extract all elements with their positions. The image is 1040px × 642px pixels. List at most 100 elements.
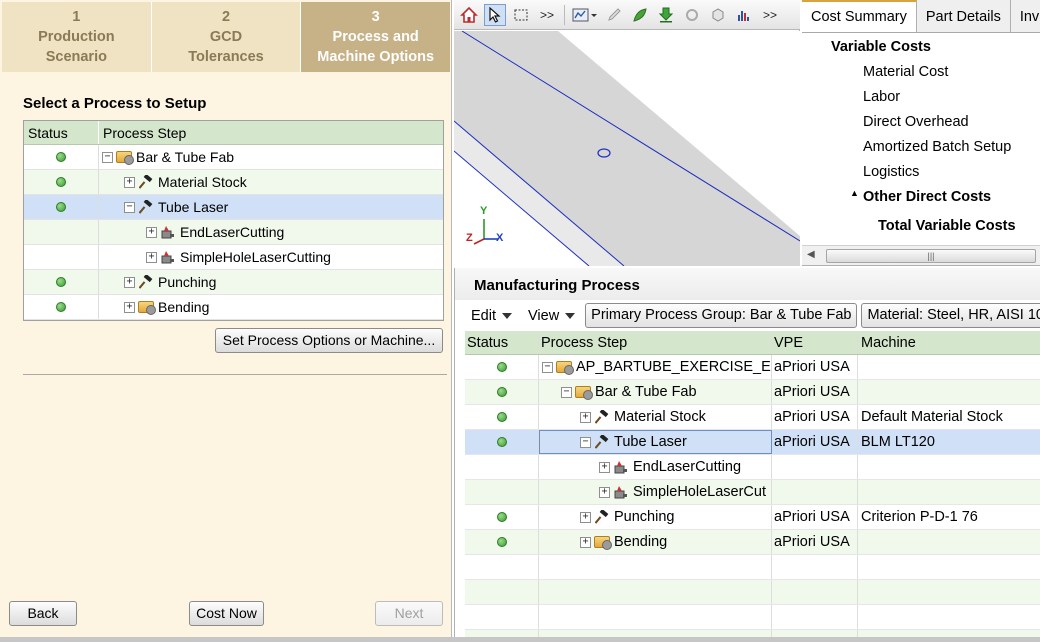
process-step-cell[interactable]: + EndLaserCutting (99, 220, 443, 244)
expand-icon[interactable]: + (580, 536, 591, 548)
expand-icon[interactable]: + (124, 176, 135, 188)
cost-item-other-direct-costs[interactable]: Other Direct Costs (863, 189, 991, 205)
wizard-step-process-machine-options[interactable]: 3 Process and Machine Options (301, 2, 451, 72)
table-row[interactable]: + Bending aPriori USA (465, 530, 1040, 555)
table-row[interactable]: + Punching (24, 270, 443, 295)
cost-item-material-cost[interactable]: Material Cost (863, 64, 948, 80)
column-header-machine[interactable]: Machine (858, 331, 1040, 354)
column-header-vpe[interactable]: VPE (772, 331, 858, 354)
process-step-cell[interactable]: − AP_BARTUBE_EXERCISE_EL00 (539, 355, 772, 379)
cost-item-amortized-batch-setup[interactable]: Amortized Batch Setup (863, 139, 1011, 155)
collapse-icon[interactable]: − (542, 361, 553, 373)
toolbar-overflow-icon[interactable]: >> (536, 4, 558, 26)
toolbar-overflow-icon[interactable]: >> (759, 4, 781, 26)
box-select-icon[interactable] (510, 4, 532, 26)
column-header-status[interactable]: Status (465, 331, 539, 354)
wizard-step-production-scenario[interactable]: 1 Production Scenario (2, 2, 152, 72)
cost-item-variable-costs[interactable]: Variable Costs (831, 39, 931, 55)
table-row[interactable]: + Punching aPriori USA Criterion P-D-1 76 (465, 505, 1040, 530)
cost-item-total-variable-costs[interactable]: Total Variable Costs (878, 218, 1016, 234)
vpe-cell[interactable]: aPriori USA (772, 505, 858, 529)
machine-cell[interactable] (858, 380, 1040, 404)
expand-icon[interactable]: + (146, 251, 157, 263)
display-mode-icon[interactable] (571, 4, 599, 26)
process-step-cell[interactable]: + EndLaserCutting (539, 455, 772, 479)
process-step-cell[interactable]: − Bar & Tube Fab (99, 145, 443, 169)
process-step-cell[interactable]: − Tube Laser (539, 430, 772, 454)
column-header-process-step[interactable]: Process Step (99, 121, 186, 144)
3d-viewport[interactable]: Y X Z (454, 31, 800, 266)
cost-now-button[interactable]: Cost Now (189, 601, 264, 626)
column-header-process-step[interactable]: Process Step (539, 331, 772, 354)
process-step-cell[interactable]: + Material Stock (539, 405, 772, 429)
process-step-cell[interactable]: + Bending (539, 530, 772, 554)
expand-icon[interactable]: + (599, 461, 610, 473)
machine-cell[interactable] (858, 480, 1040, 504)
column-header-status[interactable]: Status (24, 121, 99, 144)
expand-icon[interactable]: + (599, 486, 610, 498)
collapse-icon[interactable]: − (580, 436, 591, 448)
cost-item-direct-overhead[interactable]: Direct Overhead (863, 114, 969, 130)
tab-inv[interactable]: Inv (1011, 0, 1040, 32)
cube-icon[interactable] (707, 4, 729, 26)
table-row[interactable]: + SimpleHoleLaserCut (465, 480, 1040, 505)
scrollbar-thumb[interactable]: ||| (826, 249, 1036, 263)
tab-cost-summary[interactable]: Cost Summary (802, 0, 917, 32)
process-step-cell[interactable]: − Tube Laser (99, 195, 443, 219)
primary-process-group-button[interactable]: Primary Process Group: Bar & Tube Fab (585, 303, 858, 328)
leaf-icon[interactable] (629, 4, 651, 26)
view-menu[interactable]: View (522, 308, 581, 324)
expand-icon[interactable]: + (124, 276, 135, 288)
vpe-cell[interactable] (772, 455, 858, 479)
process-step-cell[interactable]: + SimpleHoleLaserCut (539, 480, 772, 504)
table-row[interactable]: − Bar & Tube Fab (24, 145, 443, 170)
process-step-cell[interactable]: + Material Stock (99, 170, 443, 194)
tab-part-details[interactable]: Part Details (917, 0, 1011, 32)
table-row[interactable]: + EndLaserCutting (465, 455, 1040, 480)
table-row[interactable]: + EndLaserCutting (24, 220, 443, 245)
process-step-cell[interactable]: + Punching (99, 270, 443, 294)
process-step-cell[interactable]: + SimpleHoleLaserCutting (99, 245, 443, 269)
table-row[interactable]: + Material Stock (24, 170, 443, 195)
machine-cell[interactable]: Criterion P-D-1 76 (858, 505, 1040, 529)
table-row[interactable]: − Tube Laser (24, 195, 443, 220)
edit-menu[interactable]: Edit (465, 308, 518, 324)
vpe-cell[interactable]: aPriori USA (772, 405, 858, 429)
table-row[interactable]: − AP_BARTUBE_EXERCISE_EL00aPriori USA (465, 355, 1040, 380)
process-step-cell[interactable]: − Bar & Tube Fab (539, 380, 772, 404)
refresh-icon[interactable] (681, 4, 703, 26)
home-icon[interactable] (458, 4, 480, 26)
vpe-cell[interactable]: aPriori USA (772, 355, 858, 379)
cost-item-labor[interactable]: Labor (863, 89, 900, 105)
select-pointer-icon[interactable] (484, 3, 506, 26)
pencil-icon[interactable] (603, 4, 625, 26)
table-row[interactable]: − Bar & Tube Fab aPriori USA (465, 380, 1040, 405)
collapse-icon[interactable]: − (124, 201, 135, 213)
machine-cell[interactable]: Default Material Stock (858, 405, 1040, 429)
vpe-cell[interactable]: aPriori USA (772, 530, 858, 554)
collapse-icon[interactable]: − (561, 386, 572, 398)
collapse-icon[interactable]: − (102, 151, 113, 163)
machine-cell[interactable] (858, 455, 1040, 479)
download-arrow-icon[interactable] (655, 4, 677, 26)
vpe-cell[interactable] (772, 480, 858, 504)
set-process-options-button[interactable]: Set Process Options or Machine... (215, 328, 443, 353)
horizontal-scrollbar[interactable]: ◀ ||| (802, 245, 1040, 265)
material-button[interactable]: Material: Steel, HR, AISI 10 (861, 303, 1040, 328)
machine-cell[interactable]: BLM LT120 (858, 430, 1040, 454)
cost-item-logistics[interactable]: Logistics (863, 164, 919, 180)
next-button[interactable]: Next (375, 601, 443, 626)
expand-icon[interactable]: + (580, 511, 591, 523)
machine-cell[interactable] (858, 530, 1040, 554)
expand-icon[interactable]: + (580, 411, 591, 423)
table-row[interactable]: − Tube Laser aPriori USA BLM LT120 (465, 430, 1040, 455)
expand-icon[interactable]: + (146, 226, 157, 238)
vpe-cell[interactable]: aPriori USA (772, 380, 858, 404)
expand-icon[interactable]: + (124, 301, 135, 313)
scroll-left-icon[interactable]: ◀ (807, 249, 815, 260)
table-row[interactable]: + Material Stock aPriori USA Default Materi… (465, 405, 1040, 430)
table-row[interactable]: + SimpleHoleLaserCutting (24, 245, 443, 270)
process-step-cell[interactable]: + Bending (99, 295, 443, 319)
table-row[interactable]: + Bending (24, 295, 443, 320)
machine-cell[interactable] (858, 355, 1040, 379)
